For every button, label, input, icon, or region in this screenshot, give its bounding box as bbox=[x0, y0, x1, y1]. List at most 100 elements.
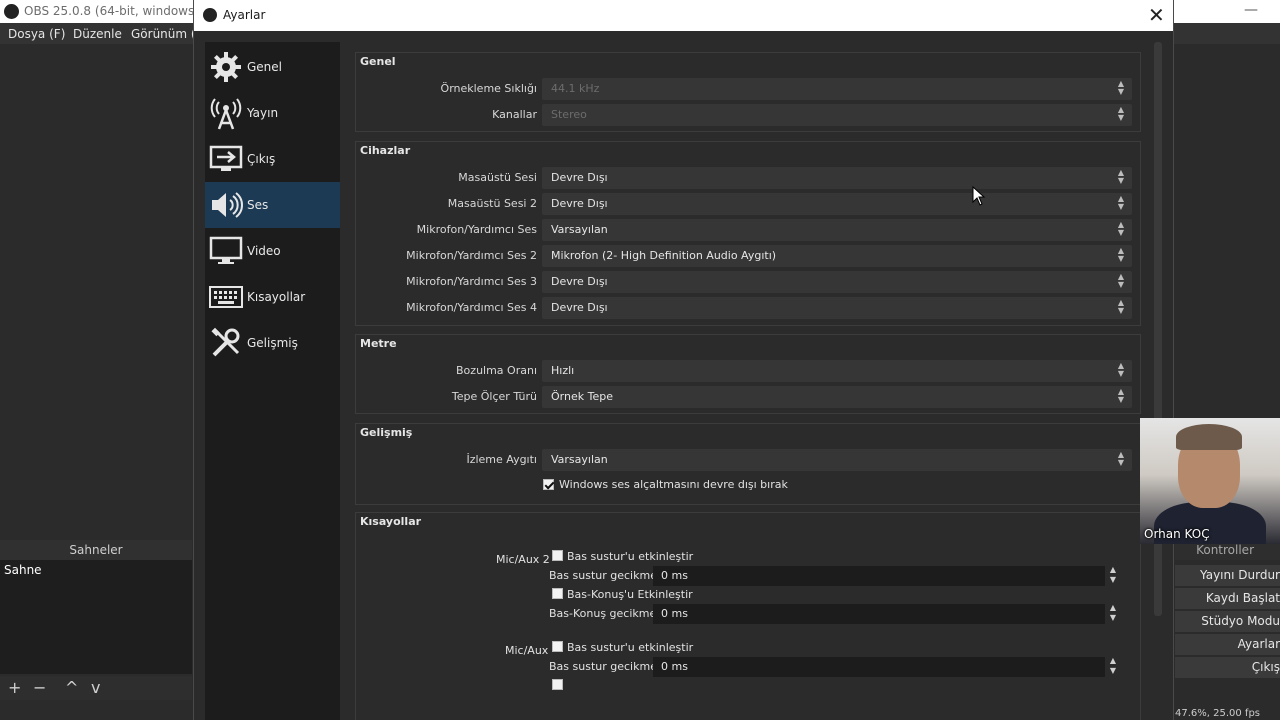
stop-stream-button[interactable]: Yayını Durdur bbox=[1175, 565, 1280, 586]
mic-aux-select[interactable]: Varsayılan ▲ ▼ bbox=[542, 219, 1132, 241]
menu-file[interactable]: Dosya (F) bbox=[8, 27, 65, 41]
mic-aux-row: Mikrofon/Yardımcı Ses Varsayılan ▲ ▼ bbox=[356, 219, 1142, 241]
exit-button[interactable]: Çıkış bbox=[1175, 657, 1280, 678]
updown-icon: ▲ ▼ bbox=[1117, 168, 1124, 185]
mic-aux-2-select[interactable]: Mikrofon (2- High Definition Audio Aygıt… bbox=[542, 245, 1132, 267]
mic-aux-2-row: Mikrofon/Yardımcı Ses 2 Mikrofon (2- Hig… bbox=[356, 245, 1142, 267]
webcam-name: Orhan KOÇ bbox=[1144, 527, 1210, 541]
group-title: Metre bbox=[360, 337, 397, 350]
obs-logo-icon bbox=[4, 4, 19, 19]
desktop-audio-2-select[interactable]: Devre Dışı ▲ ▼ bbox=[542, 193, 1132, 215]
settings-content: Genel Örnekleme Sıklığı 44.1 kHz ▲ ▼ Kanal… bbox=[346, 42, 1161, 720]
group-general: Genel Örnekleme Sıklığı 44.1 kHz ▲ ▼ Kanal… bbox=[355, 52, 1141, 132]
push-to-talk-checkbox[interactable] bbox=[552, 679, 563, 690]
status-bar: 47.6%, 25.00 fps bbox=[1175, 708, 1261, 719]
person-hair bbox=[1176, 424, 1242, 450]
sidebar-item-general[interactable]: Genel bbox=[205, 44, 340, 90]
peak-meter-row: Tepe Ölçer Türü Örnek Tepe ▲ ▼ bbox=[356, 386, 1142, 408]
sample-rate-select[interactable]: 44.1 kHz ▲ ▼ bbox=[542, 78, 1132, 100]
channels-select[interactable]: Stereo ▲ ▼ bbox=[542, 104, 1132, 126]
updown-icon: ▲ ▼ bbox=[1117, 79, 1124, 96]
select-value: Stereo bbox=[551, 108, 587, 121]
desktop-audio-row: Masaüstü Sesi Devre Dışı ▲ ▼ bbox=[356, 167, 1142, 189]
start-recording-button[interactable]: Kaydı Başlat bbox=[1175, 588, 1280, 609]
updown-icon: ▲ ▼ bbox=[1117, 387, 1124, 404]
close-icon[interactable]: ✕ bbox=[1148, 3, 1165, 27]
mic-aux-4-select[interactable]: Devre Dışı ▲ ▼ bbox=[542, 297, 1132, 319]
desktop-audio-select[interactable]: Devre Dışı ▲ ▼ bbox=[542, 167, 1132, 189]
updown-icon: ▲ ▼ bbox=[1117, 272, 1124, 289]
sidebar-item-label: Çıkış bbox=[247, 152, 276, 166]
push-to-mute-checkbox[interactable] bbox=[552, 641, 563, 652]
move-down-icon[interactable]: v bbox=[91, 678, 100, 697]
spin-updown-icon[interactable]: ▲ ▼ bbox=[1106, 565, 1120, 587]
select-value: Devre Dışı bbox=[551, 275, 608, 288]
group-title: Genel bbox=[360, 55, 396, 68]
updown-icon: ▲ ▼ bbox=[1117, 105, 1124, 122]
decay-rate-row: Bozulma Oranı Hızlı ▲ ▼ bbox=[356, 360, 1142, 382]
sidebar-item-video[interactable]: Video bbox=[205, 228, 340, 274]
push-to-mute-checkbox[interactable] bbox=[552, 550, 563, 561]
webcam-overlay: Orhan KOÇ bbox=[1140, 418, 1280, 544]
sidebar-item-hotkeys[interactable]: Kısayollar bbox=[205, 274, 340, 320]
scenes-list: Sahne bbox=[0, 560, 192, 674]
mic-aux-3-select[interactable]: Devre Dışı ▲ ▼ bbox=[542, 271, 1132, 293]
monitoring-device-row: İzleme Aygıtı Varsayılan ▲ ▼ bbox=[356, 449, 1142, 471]
menu-edit[interactable]: Düzenle bbox=[73, 27, 122, 41]
push-to-mute-delay-input[interactable]: 0 ms bbox=[653, 657, 1105, 677]
speaker-icon bbox=[209, 188, 243, 222]
group-title: Cihazlar bbox=[360, 144, 411, 157]
push-to-mute-delay-input[interactable]: 0 ms bbox=[653, 566, 1105, 586]
channels-label: Kanallar bbox=[492, 108, 537, 121]
tools-icon bbox=[209, 326, 243, 360]
settings-titlebar: Ayarlar ✕ bbox=[194, 0, 1173, 31]
updown-icon: ▲ ▼ bbox=[1117, 450, 1124, 467]
mic-aux-3-label: Mikrofon/Yardımcı Ses 3 bbox=[406, 275, 537, 288]
decay-rate-select[interactable]: Hızlı ▲ ▼ bbox=[542, 360, 1132, 382]
output-icon bbox=[209, 142, 243, 176]
push-to-talk-label: Bas-Konuş'u Etkinleştir bbox=[567, 588, 693, 601]
settings-sidebar: Genel Yayın Çıkış Ses Video Kısayollar G… bbox=[205, 42, 340, 720]
peak-meter-select[interactable]: Örnek Tepe ▲ ▼ bbox=[542, 386, 1132, 408]
spin-updown-icon[interactable]: ▲ ▼ bbox=[1106, 603, 1120, 625]
disable-ducking-label: Windows ses alçaltmasını devre dışı bıra… bbox=[559, 478, 788, 491]
sidebar-item-advanced[interactable]: Gelişmiş bbox=[205, 320, 340, 366]
settings-dialog: Ayarlar ✕ Genel Yayın Çıkış Ses Video Kı… bbox=[193, 0, 1174, 720]
sidebar-item-label: Yayın bbox=[247, 106, 279, 120]
sidebar-item-label: Gelişmiş bbox=[247, 336, 298, 350]
group-devices: Cihazlar Masaüstü Sesi Devre Dışı ▲ ▼ Masa… bbox=[355, 141, 1141, 326]
select-value: Devre Dışı bbox=[551, 301, 608, 314]
push-to-mute-delay-label: Bas sustur gecikmesi bbox=[549, 569, 666, 582]
settings-title: Ayarlar bbox=[223, 8, 266, 22]
input-value: 0 ms bbox=[661, 607, 688, 620]
mic-aux-hotkey-label: Mic/Aux bbox=[505, 644, 549, 657]
sample-rate-row: Örnekleme Sıklığı 44.1 kHz ▲ ▼ bbox=[356, 78, 1142, 100]
push-to-talk-delay-input[interactable]: 0 ms bbox=[653, 604, 1105, 624]
sidebar-item-label: Genel bbox=[247, 60, 283, 74]
desktop-audio-2-row: Masaüstü Sesi 2 Devre Dışı ▲ ▼ bbox=[356, 193, 1142, 215]
move-up-icon[interactable]: ^ bbox=[65, 678, 78, 697]
monitor-icon bbox=[209, 234, 243, 268]
sidebar-item-output[interactable]: Çıkış bbox=[205, 136, 340, 182]
push-to-mute-label: Bas sustur'u etkinleştir bbox=[567, 550, 694, 563]
remove-scene-icon[interactable]: − bbox=[33, 678, 46, 697]
settings-button[interactable]: Ayarlar bbox=[1175, 634, 1280, 655]
add-scene-icon[interactable]: + bbox=[8, 678, 21, 697]
scene-item[interactable]: Sahne bbox=[4, 563, 42, 577]
studio-mode-button[interactable]: Stüdyo Modu bbox=[1175, 611, 1280, 632]
push-to-talk-checkbox[interactable] bbox=[552, 588, 563, 599]
push-to-talk-delay-label: Bas-Konuş gecikmesi bbox=[549, 607, 666, 620]
select-value: Hızlı bbox=[551, 364, 575, 377]
updown-icon: ▲ ▼ bbox=[1117, 361, 1124, 378]
desktop-audio-2-label: Masaüstü Sesi 2 bbox=[447, 197, 537, 210]
spin-updown-icon[interactable]: ▲ ▼ bbox=[1106, 656, 1120, 678]
mic-aux-2-hotkey-label: Mic/Aux 2 bbox=[496, 553, 550, 566]
push-to-mute-delay-label: Bas sustur gecikmesi bbox=[549, 660, 666, 673]
keyboard-icon bbox=[209, 280, 243, 314]
sidebar-item-audio[interactable]: Ses bbox=[205, 182, 340, 228]
disable-ducking-checkbox[interactable] bbox=[543, 479, 554, 490]
select-value: 44.1 kHz bbox=[551, 82, 600, 95]
monitoring-device-select[interactable]: Varsayılan ▲ ▼ bbox=[542, 449, 1132, 471]
sidebar-item-stream[interactable]: Yayın bbox=[205, 90, 340, 136]
minimize-icon[interactable]: — bbox=[1244, 2, 1258, 18]
